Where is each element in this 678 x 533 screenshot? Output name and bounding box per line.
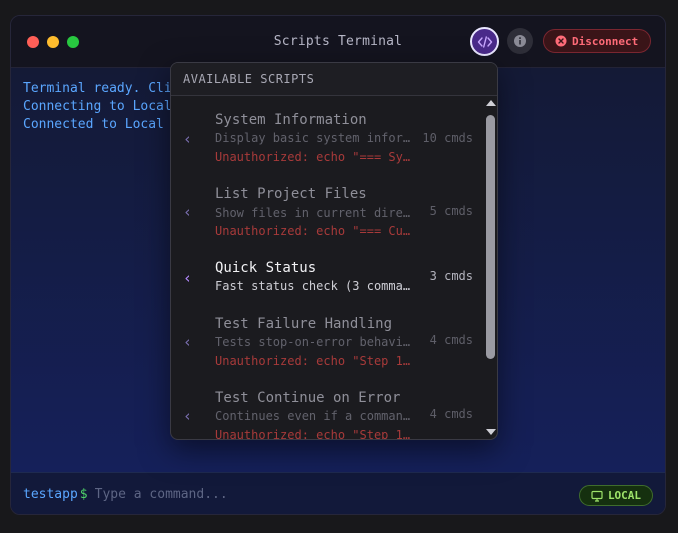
- info-button[interactable]: [507, 28, 533, 54]
- script-count: 10 cmds: [422, 131, 473, 145]
- code-brackets-icon: [477, 35, 492, 48]
- chevron-left-icon: ‹: [183, 333, 193, 351]
- script-command: Unauthorized: echo "=== System Informati…: [215, 150, 415, 164]
- prompt-symbol: $: [79, 487, 88, 502]
- connection-label: LOCAL: [607, 489, 642, 502]
- scripts-dropdown: AVAILABLE SCRIPTS ‹ System Information D…: [170, 62, 498, 440]
- disconnect-button[interactable]: Disconnect: [543, 29, 651, 53]
- script-name: Test Continue on Error: [215, 390, 401, 406]
- script-count: 4 cmds: [429, 333, 473, 347]
- disconnect-label: Disconnect: [572, 34, 639, 48]
- script-item-system-information[interactable]: ‹ System Information Display basic syste…: [171, 97, 483, 171]
- script-item-list-project-files[interactable]: ‹ List Project Files Show files in curre…: [171, 171, 483, 245]
- script-description: Continues even if a command fails: [215, 409, 415, 423]
- script-description: Display basic system information: [215, 131, 415, 145]
- script-count: 4 cmds: [429, 407, 473, 421]
- script-name: List Project Files: [215, 186, 367, 202]
- script-command: Unauthorized: echo "=== Current Director…: [215, 224, 415, 238]
- connection-badge: LOCAL: [579, 485, 653, 506]
- monitor-icon: [591, 490, 603, 502]
- chevron-left-icon: ‹: [183, 203, 193, 221]
- script-count: 5 cmds: [429, 204, 473, 218]
- prompt-name: testapp: [23, 487, 78, 502]
- command-input[interactable]: [94, 487, 475, 502]
- script-item-test-continue-on-error[interactable]: ‹ Test Continue on Error Continues even …: [171, 375, 483, 440]
- script-name: Test Failure Handling: [215, 316, 393, 332]
- script-item-quick-status[interactable]: ‹ Quick Status Fast status check (3 comm…: [171, 245, 483, 301]
- title-bar: Scripts Terminal Disconnect: [11, 16, 665, 68]
- script-command: Unauthorized: echo "Step 1: Starting": [215, 354, 415, 368]
- script-list: ‹ System Information Display basic syste…: [171, 97, 483, 440]
- scripts-toggle-button[interactable]: [470, 27, 499, 56]
- chevron-left-icon: ‹: [183, 130, 193, 148]
- scrollbar-thumb[interactable]: [486, 115, 495, 359]
- script-description: Tests stop-on-error behavior: [215, 335, 415, 349]
- command-bar: testapp $ LOCAL: [11, 472, 665, 514]
- script-name: Quick Status: [215, 260, 317, 276]
- script-command: Unauthorized: echo "Step 1: Starting": [215, 428, 415, 440]
- script-description: Fast status check (3 commands): [215, 279, 415, 293]
- scroll-down-arrow-icon[interactable]: [486, 429, 496, 435]
- chevron-left-icon: ‹: [183, 269, 193, 287]
- script-description: Show files in current directory: [215, 206, 415, 220]
- script-list-scrollbar[interactable]: [485, 97, 497, 439]
- script-item-test-failure-handling[interactable]: ‹ Test Failure Handling Tests stop-on-er…: [171, 301, 483, 375]
- scroll-up-arrow-icon[interactable]: [486, 100, 496, 106]
- x-circle-icon: [555, 35, 567, 47]
- chevron-left-icon: ‹: [183, 407, 193, 425]
- scripts-header: AVAILABLE SCRIPTS: [171, 63, 497, 96]
- script-name: System Information: [215, 112, 367, 128]
- script-count: 3 cmds: [429, 269, 473, 283]
- info-icon: [514, 35, 526, 47]
